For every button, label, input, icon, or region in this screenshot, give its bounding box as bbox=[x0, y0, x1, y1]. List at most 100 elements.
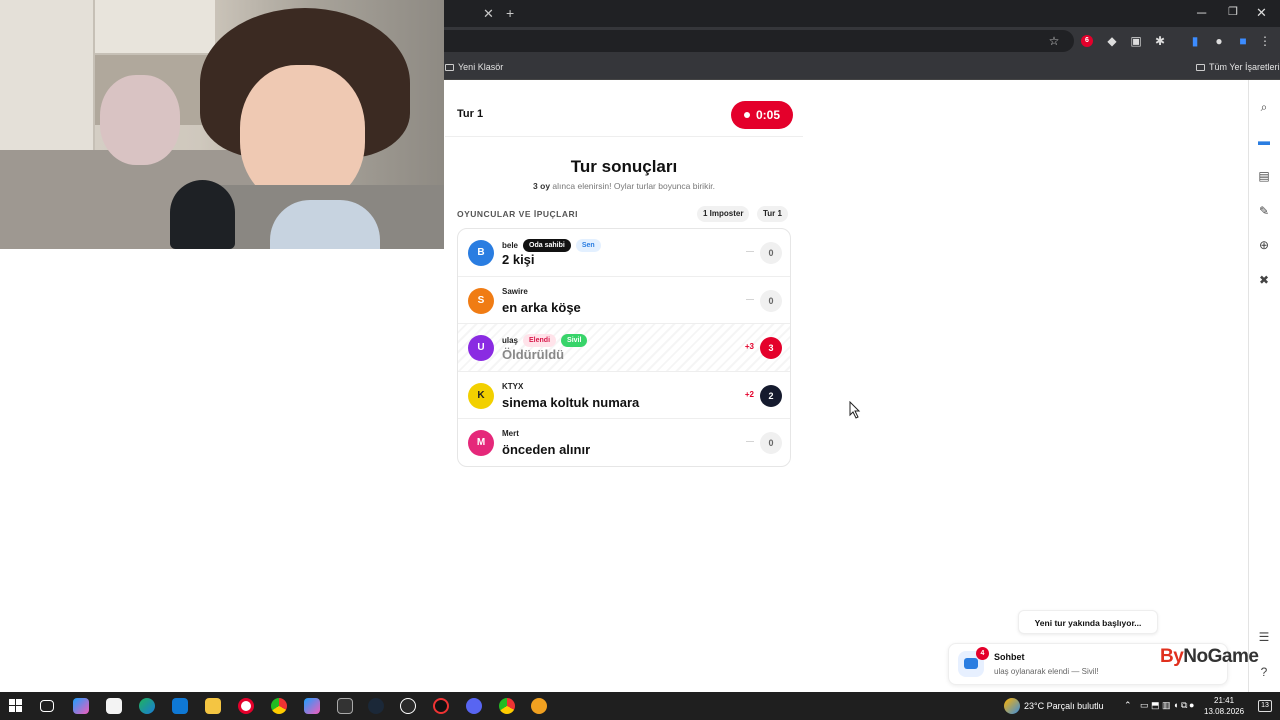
bookmark-folder[interactable]: Yeni Klasör bbox=[445, 62, 503, 72]
player-hint: 2 kişi bbox=[502, 252, 535, 267]
vote-delta: — bbox=[746, 294, 754, 304]
edge-icon[interactable] bbox=[139, 698, 155, 714]
window-close-icon[interactable]: ✕ bbox=[1256, 5, 1267, 21]
chat-icon[interactable]: ▬ bbox=[1257, 134, 1271, 148]
obs-icon[interactable] bbox=[433, 698, 449, 714]
mail-icon[interactable] bbox=[172, 698, 188, 714]
folder-icon bbox=[1196, 64, 1205, 71]
round-timer: 0:05 bbox=[731, 101, 793, 129]
store-icon[interactable] bbox=[106, 698, 122, 714]
weather-text[interactable]: 23°C Parçalı bulutlu bbox=[1024, 701, 1104, 711]
opera-icon[interactable] bbox=[238, 698, 254, 714]
chrome-icon[interactable] bbox=[499, 698, 515, 714]
extension-badge[interactable]: 6 bbox=[1081, 35, 1093, 47]
file-explorer-icon[interactable] bbox=[205, 698, 221, 714]
chat-unread-badge: 4 bbox=[976, 647, 989, 660]
steam-icon[interactable] bbox=[368, 698, 384, 714]
chrome-icon[interactable] bbox=[271, 698, 287, 714]
owner-badge: Oda sahibi bbox=[523, 239, 571, 252]
extension-icon[interactable]: ▣ bbox=[1129, 34, 1143, 48]
tray-icons[interactable]: ▭ ⬒ ▥ ◖ ⧉ bbox=[1140, 700, 1187, 711]
all-bookmarks[interactable]: Tüm Yer İşaretleri bbox=[1196, 62, 1280, 72]
section-title: OYUNCULAR VE İPUÇLARI bbox=[457, 209, 579, 219]
side-panel-icon[interactable]: ▮ bbox=[1188, 34, 1202, 48]
microphone-icon[interactable]: ● bbox=[1189, 700, 1194, 710]
gamepad-icon[interactable]: ⊕ bbox=[1257, 238, 1271, 252]
divider bbox=[445, 136, 803, 137]
search-icon[interactable]: ⌕ bbox=[1257, 100, 1271, 114]
avatar: U bbox=[468, 335, 494, 362]
app-icon[interactable] bbox=[400, 698, 416, 714]
copilot-icon[interactable] bbox=[304, 698, 320, 714]
avatar: B bbox=[468, 240, 494, 266]
player-name: KTYX bbox=[502, 381, 524, 391]
vote-delta: — bbox=[746, 247, 754, 256]
player-name: Mert bbox=[502, 429, 519, 439]
player-name: bele Oda sahibi Sen bbox=[502, 239, 601, 252]
civilian-badge: Sivil bbox=[561, 334, 588, 348]
eliminated-badge: Elendi bbox=[523, 334, 557, 348]
tab-close-icon[interactable]: ✕ bbox=[483, 6, 494, 22]
vote-delta: +3 bbox=[744, 342, 754, 352]
avatar: K bbox=[468, 382, 494, 409]
menu-icon[interactable]: ⋮ bbox=[1258, 34, 1272, 48]
vote-count: 0 bbox=[760, 289, 782, 312]
edit-icon[interactable]: ✎ bbox=[1257, 204, 1271, 218]
results-subtitle: 3 oy alınca elenirsin! Oylar turlar boyu… bbox=[533, 181, 715, 191]
active-app-icon[interactable] bbox=[531, 698, 547, 714]
windows-start-icon[interactable] bbox=[9, 699, 22, 712]
profile-icon[interactable]: ● bbox=[1212, 34, 1226, 48]
task-view-icon[interactable] bbox=[40, 700, 54, 712]
player-row-eliminated: U ulaş Elendi Sivil Öldürüldü +3 3 bbox=[458, 324, 790, 372]
shield-icon[interactable]: ■ bbox=[1236, 34, 1250, 48]
webcam-overlay bbox=[0, 0, 444, 249]
vote-delta: — bbox=[746, 437, 754, 447]
bookmarks-bar bbox=[444, 55, 1280, 80]
browser-tab-bar bbox=[444, 0, 1280, 27]
turn-label: Tur 1 bbox=[457, 108, 484, 120]
you-badge: Sen bbox=[575, 239, 601, 252]
settings-sliders-icon[interactable]: ☰ bbox=[1257, 630, 1271, 644]
clock[interactable]: 21:41 13.08.2026 bbox=[1204, 695, 1244, 717]
results-title: Tur sonuçları bbox=[570, 157, 678, 176]
player-hint: en arka köşe bbox=[502, 299, 581, 315]
epic-games-icon[interactable] bbox=[337, 698, 353, 714]
help-icon[interactable]: ? bbox=[1257, 665, 1271, 679]
omnibox[interactable] bbox=[444, 30, 1074, 52]
player-name: ulaş Elendi Sivil bbox=[502, 334, 588, 348]
weather-icon bbox=[1004, 698, 1020, 714]
chat-message: ulaş oylanarak elendi — Sivil! bbox=[994, 667, 1099, 676]
player-row: K KTYX sinema koltuk numara +2 2 bbox=[458, 372, 790, 420]
new-tab-icon[interactable]: + bbox=[506, 5, 514, 21]
restore-icon[interactable]: ❐ bbox=[1228, 5, 1238, 18]
vote-count: 0 bbox=[760, 242, 782, 264]
copilot-icon[interactable] bbox=[73, 698, 89, 714]
notification-icon[interactable]: 13 bbox=[1258, 700, 1272, 712]
turn-pill: Tur 1 bbox=[757, 206, 788, 222]
vote-count: 3 bbox=[760, 337, 782, 360]
discord-icon[interactable] bbox=[466, 698, 482, 714]
avatar: S bbox=[468, 287, 494, 314]
timer-dot-icon bbox=[743, 112, 750, 118]
avatar: M bbox=[468, 430, 494, 457]
player-row: B bele Oda sahibi Sen 2 kişi — 0 bbox=[458, 229, 790, 277]
extensions-puzzle-icon[interactable]: ✱ bbox=[1153, 34, 1167, 48]
extension-icon[interactable]: ◆ bbox=[1105, 34, 1119, 48]
player-list: B bele Oda sahibi Sen 2 kişi — 0 S Sawire … bbox=[457, 228, 791, 467]
vote-delta: +2 bbox=[744, 389, 754, 399]
imposter-count-pill: 1 Imposter bbox=[697, 206, 750, 222]
vote-count: 2 bbox=[760, 384, 782, 407]
vote-count: 0 bbox=[760, 432, 782, 455]
player-name: Sawire bbox=[502, 286, 528, 296]
mouse-cursor-icon bbox=[849, 401, 861, 419]
tray-chevron-icon[interactable]: ⌃ bbox=[1124, 700, 1132, 711]
chat-title: Sohbet bbox=[994, 652, 1025, 662]
bookmark-star-icon[interactable]: ☆ bbox=[1047, 34, 1061, 48]
tools-icon[interactable]: ✖ bbox=[1257, 273, 1271, 287]
folder-icon bbox=[445, 64, 454, 71]
reading-list-icon[interactable]: ▤ bbox=[1257, 169, 1271, 183]
player-row: M Mert önceden alınır — 0 bbox=[458, 419, 790, 466]
player-hint: Öldürüldü bbox=[502, 347, 565, 363]
minimize-icon[interactable]: ─ bbox=[1197, 5, 1206, 20]
next-round-toast: Yeni tur yakında başlıyor... bbox=[1018, 610, 1158, 634]
